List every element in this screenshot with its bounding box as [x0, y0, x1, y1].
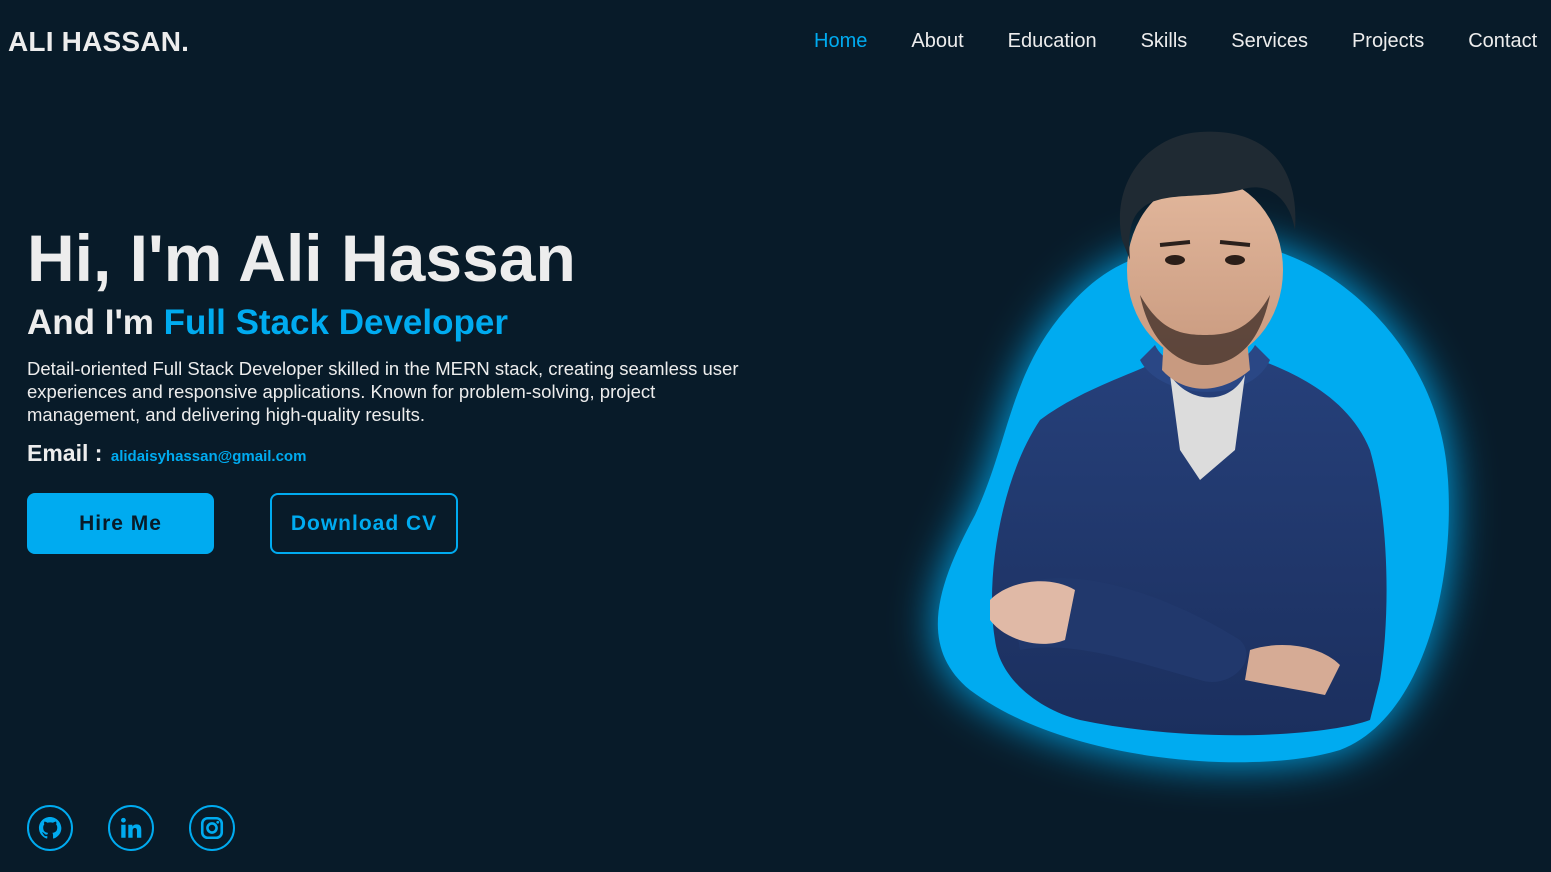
- github-icon: [38, 816, 62, 839]
- email-row: Email : alidaisyhassan@gmail.com: [27, 440, 306, 467]
- nav-education[interactable]: Education: [1008, 30, 1097, 53]
- github-link[interactable]: [27, 805, 73, 851]
- main-nav: Home About Education Skills Services Pro…: [814, 30, 1551, 53]
- hero-portrait: [900, 120, 1500, 800]
- nav-services[interactable]: Services: [1231, 30, 1308, 53]
- logo[interactable]: ALI HASSAN.: [8, 26, 189, 58]
- linkedin-icon: [121, 817, 142, 838]
- hire-me-button[interactable]: Hire Me: [27, 493, 214, 554]
- nav-skills[interactable]: Skills: [1141, 30, 1188, 53]
- email-label: Email :: [27, 440, 103, 466]
- portrait-image: [937, 131, 1449, 763]
- linkedin-link[interactable]: [108, 805, 154, 851]
- page: ALI HASSAN. Home About Education Skills …: [0, 0, 1551, 872]
- nav-projects[interactable]: Projects: [1352, 30, 1424, 53]
- hero-subtitle: And I'm Full Stack Developer: [27, 302, 508, 344]
- instagram-icon: [200, 816, 224, 840]
- subtitle-prefix: And I'm: [27, 303, 164, 342]
- nav-home[interactable]: Home: [814, 30, 867, 53]
- instagram-link[interactable]: [189, 805, 235, 851]
- hero-title: Hi, I'm Ali Hassan: [27, 221, 576, 295]
- nav-about[interactable]: About: [911, 30, 963, 53]
- hero-description: Detail-oriented Full Stack Developer ski…: [27, 358, 739, 425]
- email-link[interactable]: alidaisyhassan@gmail.com: [111, 448, 307, 465]
- nav-contact[interactable]: Contact: [1468, 30, 1537, 53]
- download-cv-button[interactable]: Download CV: [270, 493, 458, 554]
- subtitle-role: Full Stack Developer: [163, 303, 508, 342]
